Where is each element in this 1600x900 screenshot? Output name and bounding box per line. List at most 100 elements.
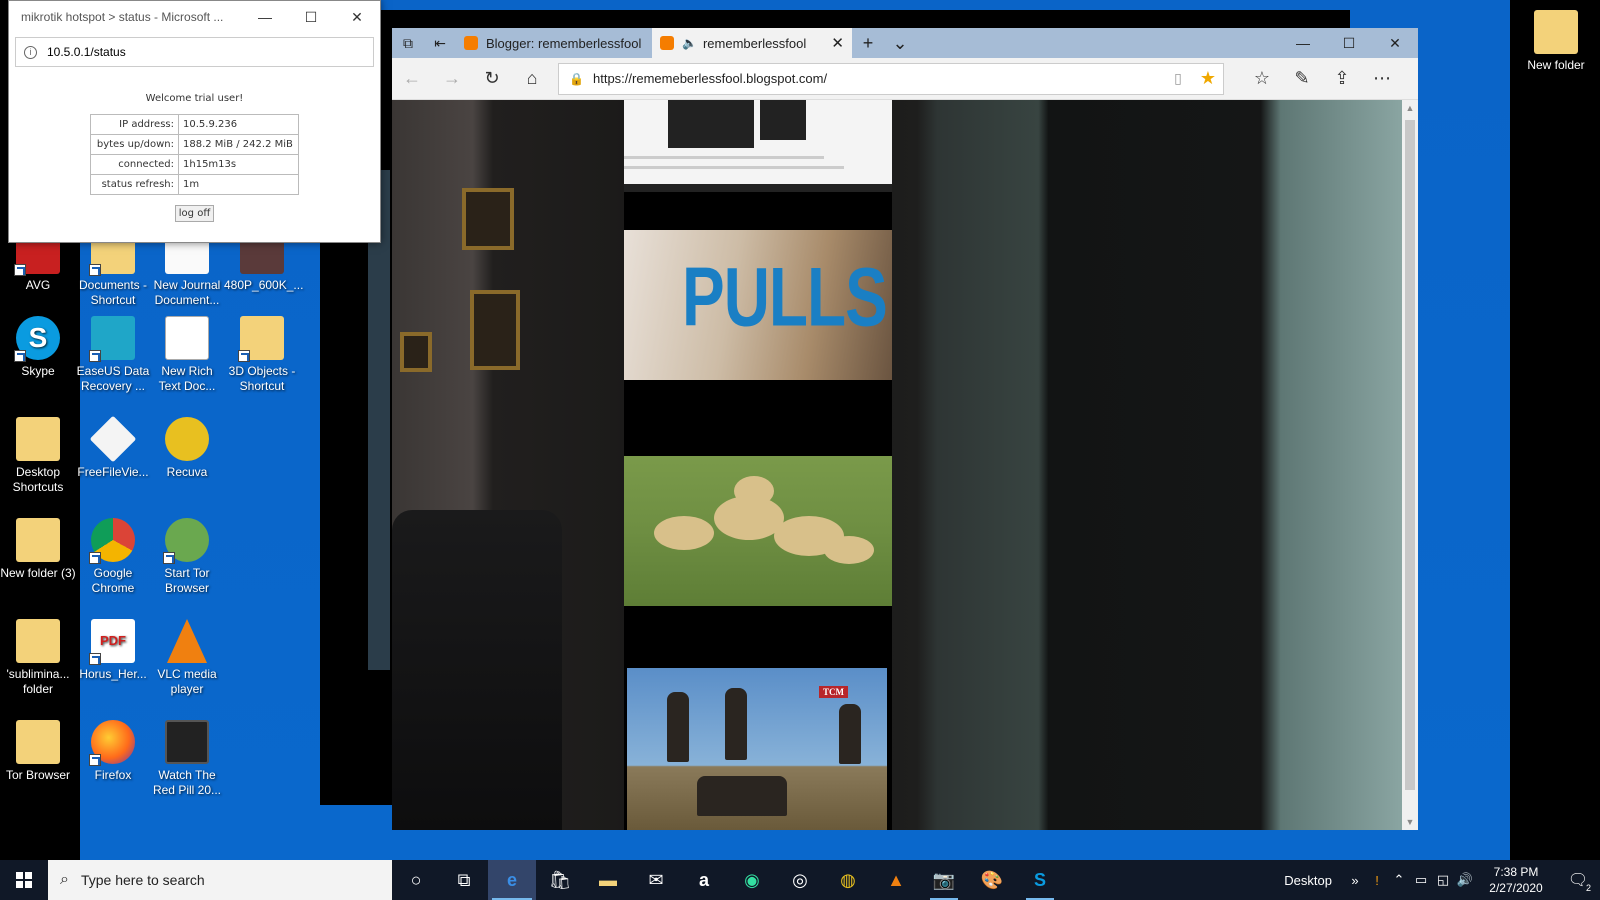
power-icon[interactable]: ▭ — [1410, 872, 1432, 888]
taskbar-camera[interactable]: 📷 — [920, 860, 968, 900]
desktop-icon-skype[interactable]: S Skype — [0, 316, 76, 379]
address-bar[interactable]: 🔒 https://rememeberlessfool.blogspot.com… — [558, 62, 1224, 95]
tab-blogger[interactable]: Blogger: rememberlessfool — [456, 28, 652, 58]
desktop-icon-watch-red-pill[interactable]: Watch The Red Pill 20... — [149, 720, 225, 798]
tab-actions-icon[interactable]: ⧉ — [392, 28, 424, 58]
network-icon[interactable]: ◱ — [1432, 872, 1454, 888]
home-button[interactable]: ⌂ — [512, 58, 552, 100]
forward-button[interactable]: → — [432, 58, 472, 100]
taskbar-clock[interactable]: 7:38 PM 2/27/2020 — [1476, 864, 1556, 896]
file-explorer-icon: ▬ — [599, 869, 617, 890]
status-table: IP address: 10.5.9.236 bytes up/down: 18… — [90, 114, 299, 195]
desktop-icon-subliminal-folder[interactable]: 'sublimina... folder — [0, 619, 76, 697]
background-chair — [392, 510, 562, 830]
desktop-icon-new-folder[interactable]: New folder — [1518, 10, 1594, 73]
maximize-button[interactable]: ☐ — [1326, 28, 1372, 58]
taskbar-file-explorer[interactable]: ▬ — [584, 860, 632, 900]
desktop-icon-desktop-shortcuts[interactable]: Desktop Shortcuts — [0, 417, 76, 495]
set-tabs-aside-icon[interactable]: ⇤ — [424, 28, 456, 58]
taskbar-vlc[interactable]: ▲ — [872, 860, 920, 900]
minimize-button[interactable]: — — [242, 1, 288, 33]
tab-preview-chevron-icon[interactable]: ⌄ — [884, 28, 916, 58]
desktop-icon-vlc[interactable]: VLC media player — [149, 619, 225, 697]
taskbar-app-camera-lens[interactable]: ◎ — [776, 860, 824, 900]
taskbar-search-box[interactable]: ⌕ Type here to search — [48, 860, 392, 900]
favorite-star-icon[interactable]: ★ — [1193, 68, 1223, 89]
camera-icon: 📷 — [932, 869, 956, 890]
post-image-western[interactable]: TCM — [627, 668, 887, 830]
desktop-icon-firefox[interactable]: Firefox — [75, 720, 151, 783]
info-icon[interactable]: i — [24, 45, 37, 59]
desktop-icon-tor-browser[interactable]: Tor Browser — [0, 720, 76, 783]
pdf-icon: PDF — [89, 619, 135, 665]
taskbar-amazon[interactable]: a — [680, 860, 728, 900]
refresh-button[interactable]: ↻ — [472, 58, 512, 100]
welcome-message: Welcome trial user! — [145, 93, 244, 104]
desktop-icon-horus-pdf[interactable]: PDF Horus_Her... — [75, 619, 151, 682]
desktop-icon-new-folder-3[interactable]: New folder (3) — [0, 518, 76, 581]
show-hidden-icons-chevron-icon[interactable]: ⌃ — [1388, 872, 1410, 888]
taskbar-edge[interactable]: e — [488, 860, 536, 900]
edge-browser-window: ⧉ ⇤ Blogger: rememberlessfool 🔈 remember… — [392, 28, 1418, 830]
new-tab-button[interactable]: + — [852, 28, 884, 58]
close-tab-icon[interactable]: ✕ — [831, 34, 844, 52]
browser-toolbar: ← → ↻ ⌂ 🔒 https://rememeberlessfool.blog… — [392, 58, 1418, 100]
close-button[interactable]: ✕ — [1372, 28, 1418, 58]
desktop-icon-new-rich-text-doc[interactable]: New Rich Text Doc... — [149, 316, 225, 394]
taskbar-skype[interactable]: S — [1016, 860, 1064, 900]
clock-date: 2/27/2020 — [1489, 881, 1543, 895]
taskbar-mail[interactable]: ✉ — [632, 860, 680, 900]
desktop-icon-google-chrome[interactable]: Google Chrome — [75, 518, 151, 596]
easeus-data-recovery-icon — [89, 316, 135, 362]
background-picture-frame — [462, 188, 514, 250]
tab-rememberlessfool[interactable]: 🔈 rememberlessfool ✕ — [652, 28, 852, 58]
edge-icon: e — [506, 869, 517, 890]
desktop-icon-freefileviewer[interactable]: FreeFileVie... — [75, 415, 151, 480]
desktop-icon-easeus[interactable]: EaseUS Data Recovery ... — [75, 316, 151, 394]
app-circle-icon: ◎ — [792, 869, 808, 890]
favorites-list-icon[interactable]: ☆ — [1242, 58, 1282, 100]
more-menu-icon[interactable]: ⋯ — [1362, 58, 1402, 100]
taskbar-paint[interactable]: 🎨 — [968, 860, 1016, 900]
post-image-sheep[interactable] — [624, 456, 892, 606]
desktop-right-black-area — [1510, 0, 1600, 860]
hotspot-address-bar[interactable]: i 10.5.0.1/status — [15, 37, 374, 67]
action-center-icon[interactable]: 🗨 2 — [1556, 860, 1600, 900]
background-window-strip — [368, 170, 390, 670]
cortana-icon[interactable]: ○ — [392, 860, 440, 900]
speaker-icon[interactable]: 🔈 — [682, 36, 697, 50]
rich-text-document-icon — [165, 316, 209, 360]
minimize-button[interactable]: — — [1280, 28, 1326, 58]
store-icon: 🛍 — [548, 869, 572, 890]
post-image-screenshot[interactable] — [624, 100, 892, 192]
scrollbar-thumb[interactable] — [1405, 120, 1415, 790]
task-view-icon[interactable]: ⧉ — [440, 860, 488, 900]
close-button[interactable]: ✕ — [334, 1, 380, 33]
vertical-scrollbar[interactable]: ▲ ▼ — [1402, 100, 1418, 830]
taskbar-tripadvisor[interactable]: ◉ — [728, 860, 776, 900]
web-note-icon[interactable]: ✎ — [1282, 58, 1322, 100]
share-icon[interactable]: ⇪ — [1322, 58, 1362, 100]
hotspot-status-window: mikrotik hotspot > status - Microsoft ..… — [8, 0, 381, 243]
desktop-icon-recuva[interactable]: Recuva — [149, 417, 225, 480]
start-button[interactable] — [0, 860, 48, 900]
back-button[interactable]: ← — [392, 58, 432, 100]
scroll-up-icon[interactable]: ▲ — [1402, 100, 1418, 116]
recuva-icon — [165, 417, 209, 461]
log-off-button[interactable]: log off — [174, 205, 215, 222]
desktop-icon-3d-objects-shortcut[interactable]: 3D Objects - Shortcut — [224, 316, 300, 394]
scroll-down-icon[interactable]: ▼ — [1402, 814, 1418, 830]
folder-icon — [1534, 10, 1578, 54]
maximize-button[interactable]: ☐ — [288, 1, 334, 33]
toolbar-expand-icon[interactable]: » — [1344, 873, 1366, 888]
desktop-toolbar-label[interactable]: Desktop — [1284, 873, 1332, 888]
warning-notification-icon[interactable]: ! — [1366, 873, 1388, 888]
table-row: IP address: 10.5.9.236 — [90, 114, 299, 135]
taskbar-store[interactable]: 🛍 — [536, 860, 584, 900]
taskbar-app-color-wheel[interactable]: ◍ — [824, 860, 872, 900]
reading-view-icon[interactable]: ▯ — [1163, 70, 1193, 87]
post-image-pulls[interactable]: PULLS — [624, 230, 892, 380]
desktop-icon-start-tor-browser[interactable]: Start Tor Browser — [149, 518, 225, 596]
firefox-icon — [89, 720, 135, 766]
volume-icon[interactable]: 🔊 — [1454, 872, 1476, 888]
